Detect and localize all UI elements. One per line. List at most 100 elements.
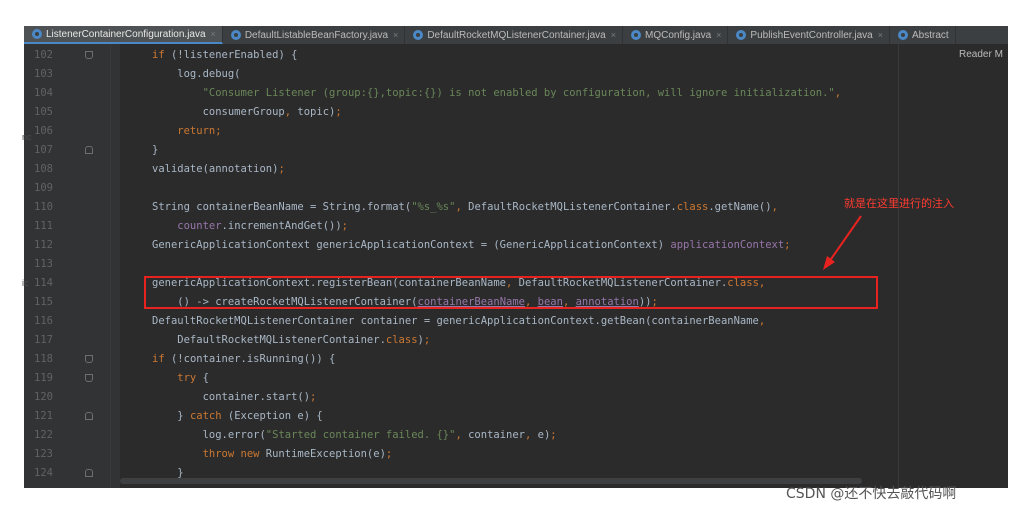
code-token: , [834, 87, 842, 99]
code-text: } catch (Exception e) { [152, 407, 323, 426]
code-line: 123 throw new RuntimeException(e); [24, 445, 1008, 464]
line-number: 123 [34, 448, 53, 460]
code-token: container [461, 429, 525, 441]
code-token: class [676, 201, 709, 213]
code-token: , [758, 315, 766, 327]
code-token: DefaultRocketMQListenerContainer contain… [152, 315, 759, 327]
tab-label: DefaultRocketMQListenerContainer.java [427, 29, 606, 41]
code-line: 119 try { [24, 369, 1008, 388]
code-line: 115 () -> createRocketMQListenerContaine… [24, 293, 1008, 312]
code-token: } [152, 410, 190, 422]
fold-marker-icon[interactable] [85, 412, 93, 420]
code-text: validate(annotation); [152, 160, 285, 179]
code-line: 112 GenericApplicationContext genericAppl… [24, 236, 1008, 255]
code-token: } [152, 144, 159, 156]
code-token: DefaultRocketMQListenerContainer. [512, 277, 728, 289]
tab-1[interactable]: DefaultListableBeanFactory.java × [223, 26, 406, 44]
code-text: counter.incrementAndGet()); [152, 217, 348, 236]
fold-marker-icon[interactable] [85, 51, 93, 59]
code-line: 116 DefaultRocketMQListenerContainer cont… [24, 312, 1008, 331]
code-line: 122 log.error("Started container failed.… [24, 426, 1008, 445]
code-token: ; [310, 391, 317, 403]
code-line: 117 DefaultRocketMQListenerContainer.cla… [24, 331, 1008, 350]
code-text: () -> createRocketMQListenerContainer(co… [152, 293, 658, 312]
code-line: 102 if (!listenerEnabled) { [24, 46, 1008, 65]
tab-label: ListenerContainerConfiguration.java [46, 28, 206, 40]
tab-5[interactable]: Abstract [890, 26, 956, 44]
code-token: (!listenerEnabled) { [164, 49, 298, 61]
tab-close-icon[interactable]: × [716, 30, 721, 40]
code-text: log.debug( [152, 65, 240, 84]
code-token: .getName() [708, 201, 772, 213]
tab-3[interactable]: MQConfig.java × [623, 26, 729, 44]
java-class-icon [230, 30, 241, 40]
java-class-icon [736, 30, 747, 40]
code-token: applicationContext [670, 239, 785, 251]
code-token: ; [335, 106, 342, 118]
tab-2[interactable]: DefaultRocketMQListenerContainer.java × [405, 26, 624, 44]
code-token: class, [727, 277, 766, 289]
code-text: throw new RuntimeException(e); [152, 445, 393, 464]
code-token: annotation [575, 296, 639, 308]
code-token: , [771, 201, 778, 213]
code-token: return; [152, 125, 222, 137]
fold-marker-icon[interactable] [85, 146, 93, 154]
edge-glyph-left-a: nc [22, 132, 32, 142]
code-token: GenericApplicationContext genericApplica… [152, 239, 671, 251]
code-token: { [196, 372, 209, 384]
line-number: 122 [34, 429, 53, 441]
code-token: topic) [291, 106, 336, 118]
code-token: DefaultRocketMQListenerContainer. [461, 201, 677, 213]
code-token: container.start() [152, 391, 311, 403]
horizontal-scrollbar[interactable] [120, 478, 862, 484]
code-token: "Consumer Listener (group:{},topic:{}) i… [152, 87, 835, 99]
code-line: 118 if (!container.isRunning()) { [24, 350, 1008, 369]
screenshot-stage: ListenerContainerConfiguration.java × Defa… [0, 0, 1033, 511]
code-text: return; [152, 122, 222, 141]
code-token: (Exception e) { [221, 410, 323, 422]
line-number: 119 [34, 372, 53, 384]
code-text: GenericApplicationContext genericApplica… [152, 236, 791, 255]
code-token: validate(annotation) [152, 163, 279, 175]
line-number: 104 [34, 87, 53, 99]
code-text: try { [152, 369, 209, 388]
code-token: )) [638, 296, 652, 308]
line-number: 117 [34, 334, 53, 346]
tab-label: MQConfig.java [645, 29, 712, 41]
code-token: ; [385, 448, 393, 460]
tab-close-icon[interactable]: × [393, 30, 398, 40]
fold-marker-icon[interactable] [85, 469, 93, 477]
code-text: if (!container.isRunning()) { [152, 350, 335, 369]
tab-0[interactable]: ListenerContainerConfiguration.java × [24, 26, 223, 44]
tab-close-icon[interactable]: × [211, 29, 216, 39]
code-line: 111 counter.incrementAndGet()); [24, 217, 1008, 236]
code-token: genericApplicationContext.registerBean(c… [152, 277, 507, 289]
line-number: 102 [34, 49, 53, 61]
line-number: 120 [34, 391, 53, 403]
line-number: 113 [34, 258, 53, 270]
fold-marker-icon[interactable] [85, 374, 93, 382]
code-text: DefaultRocketMQListenerContainer.class); [152, 331, 430, 350]
code-token: log.error( [152, 429, 266, 441]
code-line: 121 } catch (Exception e) { [24, 407, 1008, 426]
fold-marker-icon[interactable] [85, 355, 93, 363]
tab-close-icon[interactable]: × [878, 30, 883, 40]
code-token: class [385, 334, 418, 346]
code-token: .incrementAndGet()) [221, 220, 342, 232]
code-token: ; [278, 163, 285, 175]
code-line: 113 [24, 255, 1008, 274]
code-token: DefaultRocketMQListenerContainer. [152, 334, 386, 346]
code-line: 106 return; [24, 122, 1008, 141]
ide-editor-window: ListenerContainerConfiguration.java × Defa… [24, 26, 1008, 488]
code-text: String containerBeanName = String.format… [152, 198, 778, 217]
java-class-icon [413, 30, 424, 40]
tab-4[interactable]: PublishEventController.java × [728, 26, 890, 44]
tab-close-icon[interactable]: × [611, 30, 616, 40]
code-text: log.error("Started container failed. {}"… [152, 426, 557, 445]
code-token: if [152, 353, 165, 365]
code-token: format( [366, 201, 412, 213]
code-line: 104 "Consumer Listener (group:{},topic:{… [24, 84, 1008, 103]
line-number: 105 [34, 106, 53, 118]
line-number: 111 [34, 220, 53, 232]
code-line: 103 log.debug( [24, 65, 1008, 84]
